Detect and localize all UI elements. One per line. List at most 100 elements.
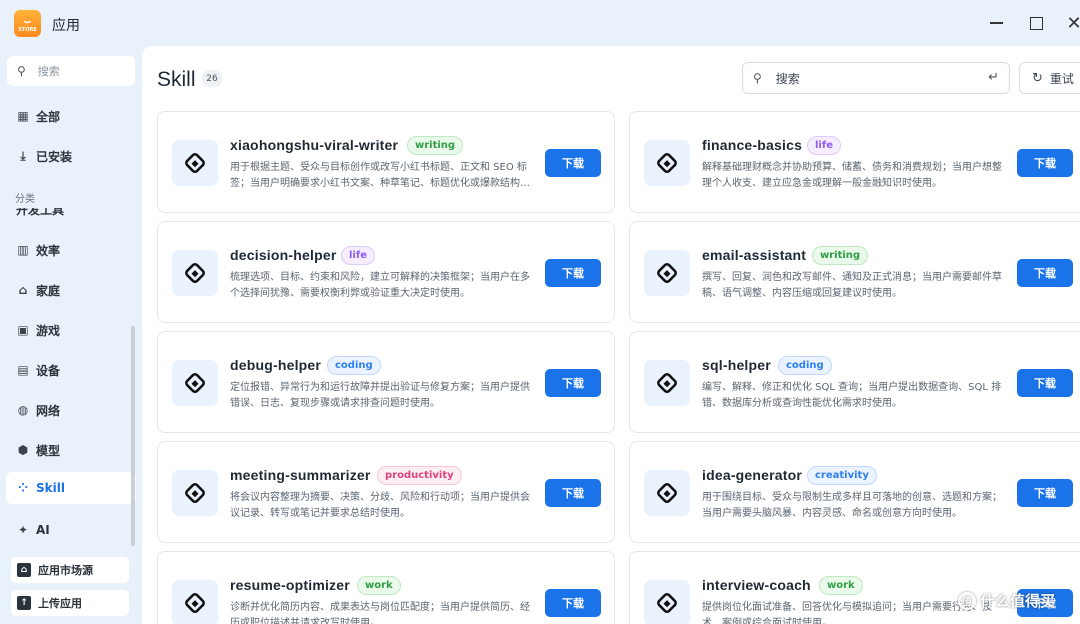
skill-card[interactable]: resume-optimizer work 诊断并优化简历内容、成果表达与岗位匹… [157,551,615,624]
category-tag: work [819,576,863,595]
skill-name: finance-basics [702,137,803,153]
skill-card[interactable]: email-assistant writing 撰写、回复、润色和改写邮件、通知… [629,221,1080,323]
page-title: Skill [157,68,196,91]
category-tag: coding [327,356,381,375]
sidebar-item-label: 全部 [36,109,61,124]
sidebar-item-home[interactable]: ⌂ 家庭 [6,274,136,306]
skill-name: xiaohongshu-viral-writer [230,137,399,153]
category-tag: coding [778,356,832,375]
sidebar-item-label: 设备 [36,363,61,378]
upload-app-button[interactable]: ↑ 上传应用 [11,590,129,616]
minimize-button[interactable] [985,12,1007,34]
app-market-source-button[interactable]: ⌂ 应用市场源 [11,557,129,583]
button-label: 应用市场源 [38,564,93,577]
download-button[interactable]: 下载 [545,259,601,287]
download-button[interactable]: 下载 [1017,149,1073,177]
skill-description: 梳理选项、目标、约束和风险，建立可解释的决策框架；当用户在多个选择间犹豫、需要权… [230,272,530,299]
sidebar: ⚲ 搜索 ▦ 全部 ⤓ 已安装 分类 开发工具 ▥ 效率 ⌂ 家庭 ▣ 游戏 ▤… [0,46,142,624]
title-bar: ⌣ STORE 应用 ✕ [0,0,1080,46]
skill-icon [644,470,690,516]
sidebar-scrollbar[interactable] [131,326,135,546]
sidebar-item-label: 开发工具 [16,208,65,216]
skill-description: 将会议内容整理为摘要、决策、分歧、风险和行动项；当用户提供会议记录、转写或笔记并… [230,492,530,519]
gamepad-icon: ▣ [17,323,29,337]
sidebar-item-label: 已安装 [36,149,73,164]
sidebar-item-efficiency[interactable]: ▥ 效率 [6,234,136,266]
skill-name: resume-optimizer [230,577,350,593]
category-tag: writing [812,246,869,265]
window-title: 应用 [52,18,80,34]
skill-name: decision-helper [230,247,337,263]
skill-card[interactable]: xiaohongshu-viral-writer writing 用于根据主题、… [157,111,615,213]
download-button[interactable]: 下载 [1017,369,1073,397]
download-button[interactable]: 下载 [545,479,601,507]
maximize-button[interactable] [1025,12,1047,34]
skill-description: 诊断并优化简历内容、成果表达与岗位匹配度；当用户提供简历、经历或职位描述并请求改… [230,602,530,624]
button-label: 上传应用 [38,597,82,610]
skill-icon [172,470,218,516]
skill-icon [172,360,218,406]
retry-button[interactable]: ↻ 重试 [1019,62,1080,94]
skill-card[interactable]: interview-coach work 提供岗位化面试准备、回答优化与模拟追问… [629,551,1080,624]
skill-description: 编写、解释、修正和优化 SQL 查询；当用户提出数据查询、SQL 排错、数据库分… [702,382,1002,409]
skill-description: 解释基础理财概念并协助预算、储蓄、债务和消费规划；当用户想整理个人收支、建立应急… [702,162,1002,189]
download-button[interactable]: 下载 [545,589,601,617]
sidebar-item-ai[interactable]: ✦ AI [6,514,136,546]
download-button[interactable]: 下载 [1017,259,1073,287]
device-icon: ▤ [17,363,29,377]
sidebar-item-games[interactable]: ▣ 游戏 [6,314,136,346]
skill-card[interactable]: debug-helper coding 定位报错、异常行为和运行故障并提出验证与… [157,331,615,433]
skill-icon [644,250,690,296]
close-icon: ✕ [1066,12,1080,34]
maximize-icon [1029,16,1043,30]
search-placeholder: 搜索 [775,71,800,86]
enter-icon: ↵ [988,70,999,85]
sidebar-search-placeholder: 搜索 [37,65,60,78]
sidebar-item-label: 网络 [36,403,61,418]
skill-card[interactable]: idea-generator creativity 用于围绕目标、受众与限制生成… [629,441,1080,543]
skill-icon [172,250,218,296]
category-tag: work [357,576,401,595]
sidebar-item-skill[interactable]: ⁘ Skill [6,472,136,504]
skill-card[interactable]: meeting-summarizer productivity 将会议内容整理为… [157,441,615,543]
search-icon: ⚲ [17,64,26,78]
watermark: 值 什么值得买 [958,590,1055,611]
category-tag: life [341,246,375,265]
download-button[interactable]: 下载 [545,149,601,177]
search-input[interactable]: ⚲ 搜索 ↵ [742,62,1010,94]
close-button[interactable]: ✕ [1063,12,1080,34]
minimize-icon [989,22,1003,24]
main-panel: Skill 26 ⚲ 搜索 ↵ ↻ 重试 xiaohongshu-viral-w… [142,46,1080,624]
sidebar-item-models[interactable]: ⬢ 模型 [6,434,136,466]
watermark-logo-icon: 值 [958,591,976,610]
sparkle-icon: ✦ [17,523,29,537]
sidebar-item-network[interactable]: ◍ 网络 [6,394,136,426]
skill-card[interactable]: finance-basics life 解释基础理财概念并协助预算、储蓄、债务和… [629,111,1080,213]
sidebar-item-label: Skill [36,481,65,495]
apps-icon: ⁘ [17,481,29,495]
app-logo: ⌣ STORE [14,10,41,37]
watermark-text: 什么值得买 [980,592,1056,610]
globe-icon: ◍ [17,403,29,417]
sidebar-item-devtools[interactable]: 开发工具 [6,198,136,216]
skill-name: idea-generator [702,467,803,483]
skill-description: 提供岗位化面试准备、回答优化与模拟追问；当用户需要行为、技术、案例或综合面试时使… [702,602,992,624]
skill-card[interactable]: decision-helper life 梳理选项、目标、约束和风险，建立可解释… [157,221,615,323]
download-button[interactable]: 下载 [1017,479,1073,507]
sidebar-search-input[interactable]: ⚲ 搜索 [7,56,135,86]
sidebar-item-installed[interactable]: ⤓ 已安装 [6,140,136,172]
retry-label: 重试 [1049,71,1074,86]
download-button[interactable]: 下载 [545,369,601,397]
home-icon: ⌂ [18,283,28,297]
skill-icon [644,360,690,406]
upload-icon: ↑ [17,596,31,610]
skill-card[interactable]: sql-helper coding 编写、解释、修正和优化 SQL 查询；当用户… [629,331,1080,433]
sidebar-item-label: 游戏 [36,323,61,338]
category-tag: life [807,136,841,155]
sidebar-item-all[interactable]: ▦ 全部 [6,100,136,132]
skill-description: 用于根据主题、受众与目标创作或改写小红书标题、正文和 SEO 标签；当用户明确要… [230,162,530,189]
skill-description: 定位报错、异常行为和运行故障并提出验证与修复方案；当用户提供错误、日志、复现步骤… [230,382,530,409]
sidebar-item-devices[interactable]: ▤ 设备 [6,354,136,386]
skill-icon [172,140,218,186]
skill-name: debug-helper [230,357,322,373]
